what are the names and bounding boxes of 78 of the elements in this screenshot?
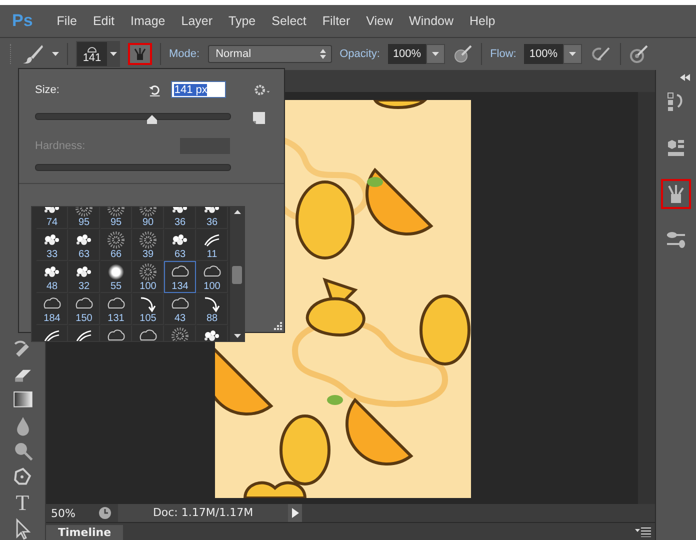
brush-preset[interactable]: 63 xyxy=(164,229,196,261)
menu-item[interactable]: Image xyxy=(122,14,174,28)
brush-preset[interactable]: 66 xyxy=(100,229,132,261)
flow-label: Flow: xyxy=(490,48,516,60)
brush-preset[interactable]: 150 xyxy=(68,293,100,325)
slider-thumb[interactable] xyxy=(147,114,158,124)
opacity-label: Opacity: xyxy=(340,48,380,60)
mode-dropdown[interactable]: Normal xyxy=(208,45,332,63)
brush-preset[interactable]: 134 xyxy=(164,261,196,293)
menu-item[interactable]: Help xyxy=(462,14,504,28)
play-icon xyxy=(292,508,298,518)
flow-field[interactable]: 100% xyxy=(524,44,562,64)
panel-menu-icon[interactable] xyxy=(635,527,651,537)
pressure-opacity-icon[interactable] xyxy=(453,44,474,64)
updown-icon xyxy=(320,49,326,59)
toggle-brush-panel-button[interactable] xyxy=(128,43,152,65)
brush-preset[interactable]: 43 xyxy=(164,293,196,325)
menu-item[interactable]: Window xyxy=(401,14,462,28)
scrollbar[interactable] xyxy=(230,207,244,341)
document-size: Doc: 1.17M/1.17M xyxy=(118,504,288,522)
resize-grip-icon[interactable] xyxy=(272,320,282,330)
brush-preset[interactable]: 90 xyxy=(132,207,164,229)
brush-presets-panel-icon[interactable] xyxy=(661,179,691,209)
menu-item[interactable]: View xyxy=(358,14,402,28)
menu-item[interactable]: Filter xyxy=(314,14,358,28)
brush-preset[interactable]: 36 xyxy=(196,207,228,229)
brush-preset[interactable]: 55 xyxy=(100,261,132,293)
menu-item[interactable]: Select xyxy=(264,14,314,28)
size-label: Size: xyxy=(35,84,60,96)
brush-preset[interactable]: 33 xyxy=(36,229,68,261)
brush-preset[interactable]: 131 xyxy=(100,293,132,325)
brush-panel-icon xyxy=(133,48,147,60)
menu-item[interactable]: Layer xyxy=(173,14,221,28)
airbrush-icon[interactable] xyxy=(590,45,612,63)
settings-icon[interactable] xyxy=(254,84,270,96)
scrollbar-thumb[interactable] xyxy=(232,266,242,284)
brush-preset[interactable]: 184 xyxy=(36,293,68,325)
menu-item[interactable]: Edit xyxy=(84,14,122,28)
size-field[interactable]: 141 px xyxy=(171,81,226,98)
brush-preset[interactable]: 11 xyxy=(196,229,228,261)
opacity-field[interactable]: 100% xyxy=(388,44,426,64)
brush-preset[interactable]: 36 xyxy=(164,207,196,229)
clock-icon[interactable] xyxy=(96,505,114,521)
brush-preset[interactable]: 100 xyxy=(132,261,164,293)
zoom-level[interactable]: 50% xyxy=(46,506,96,520)
brush-preset[interactable]: 63 xyxy=(68,229,100,261)
brush-preset[interactable]: 95 xyxy=(68,207,100,229)
brush-shape-icon xyxy=(87,45,97,53)
flow-dropdown-button[interactable] xyxy=(562,44,582,64)
brush-size: 141 xyxy=(82,53,102,63)
timeline-tab[interactable]: Timeline xyxy=(46,525,124,540)
pressure-size-icon[interactable] xyxy=(628,44,648,64)
reset-icon[interactable] xyxy=(148,82,162,96)
caret-icon xyxy=(110,52,116,56)
app-logo: Ps xyxy=(12,11,33,31)
collapse-icon[interactable] xyxy=(680,74,690,81)
brush-preset[interactable]: 48 xyxy=(36,261,68,293)
menu-item[interactable]: File xyxy=(48,14,85,28)
brush-preset[interactable]: 88 xyxy=(196,293,228,325)
brush-preset[interactable]: 74 xyxy=(36,207,68,229)
brush-preset-picker[interactable]: 141 xyxy=(76,41,120,67)
brush-tool-icon[interactable] xyxy=(22,43,44,65)
brush-preset[interactable]: 105 xyxy=(132,293,164,325)
scroll-up-icon[interactable] xyxy=(234,210,240,214)
canvas-scrollbar[interactable] xyxy=(638,92,655,504)
brush-preset[interactable]: 32 xyxy=(68,261,100,293)
mode-label: Mode: xyxy=(169,48,200,60)
menu-item[interactable]: Type xyxy=(220,14,264,28)
caret-icon xyxy=(568,52,576,56)
caret-icon xyxy=(432,52,440,56)
brush-preset[interactable]: 39 xyxy=(132,229,164,261)
type-tool[interactable]: T xyxy=(12,492,34,514)
opacity-dropdown-button[interactable] xyxy=(426,44,446,64)
brush-preset[interactable]: 95 xyxy=(100,207,132,229)
caret-icon xyxy=(52,52,59,56)
status-menu-button[interactable] xyxy=(288,504,302,522)
brush-preset[interactable]: 100 xyxy=(196,261,228,293)
new-preset-icon[interactable] xyxy=(253,112,265,124)
